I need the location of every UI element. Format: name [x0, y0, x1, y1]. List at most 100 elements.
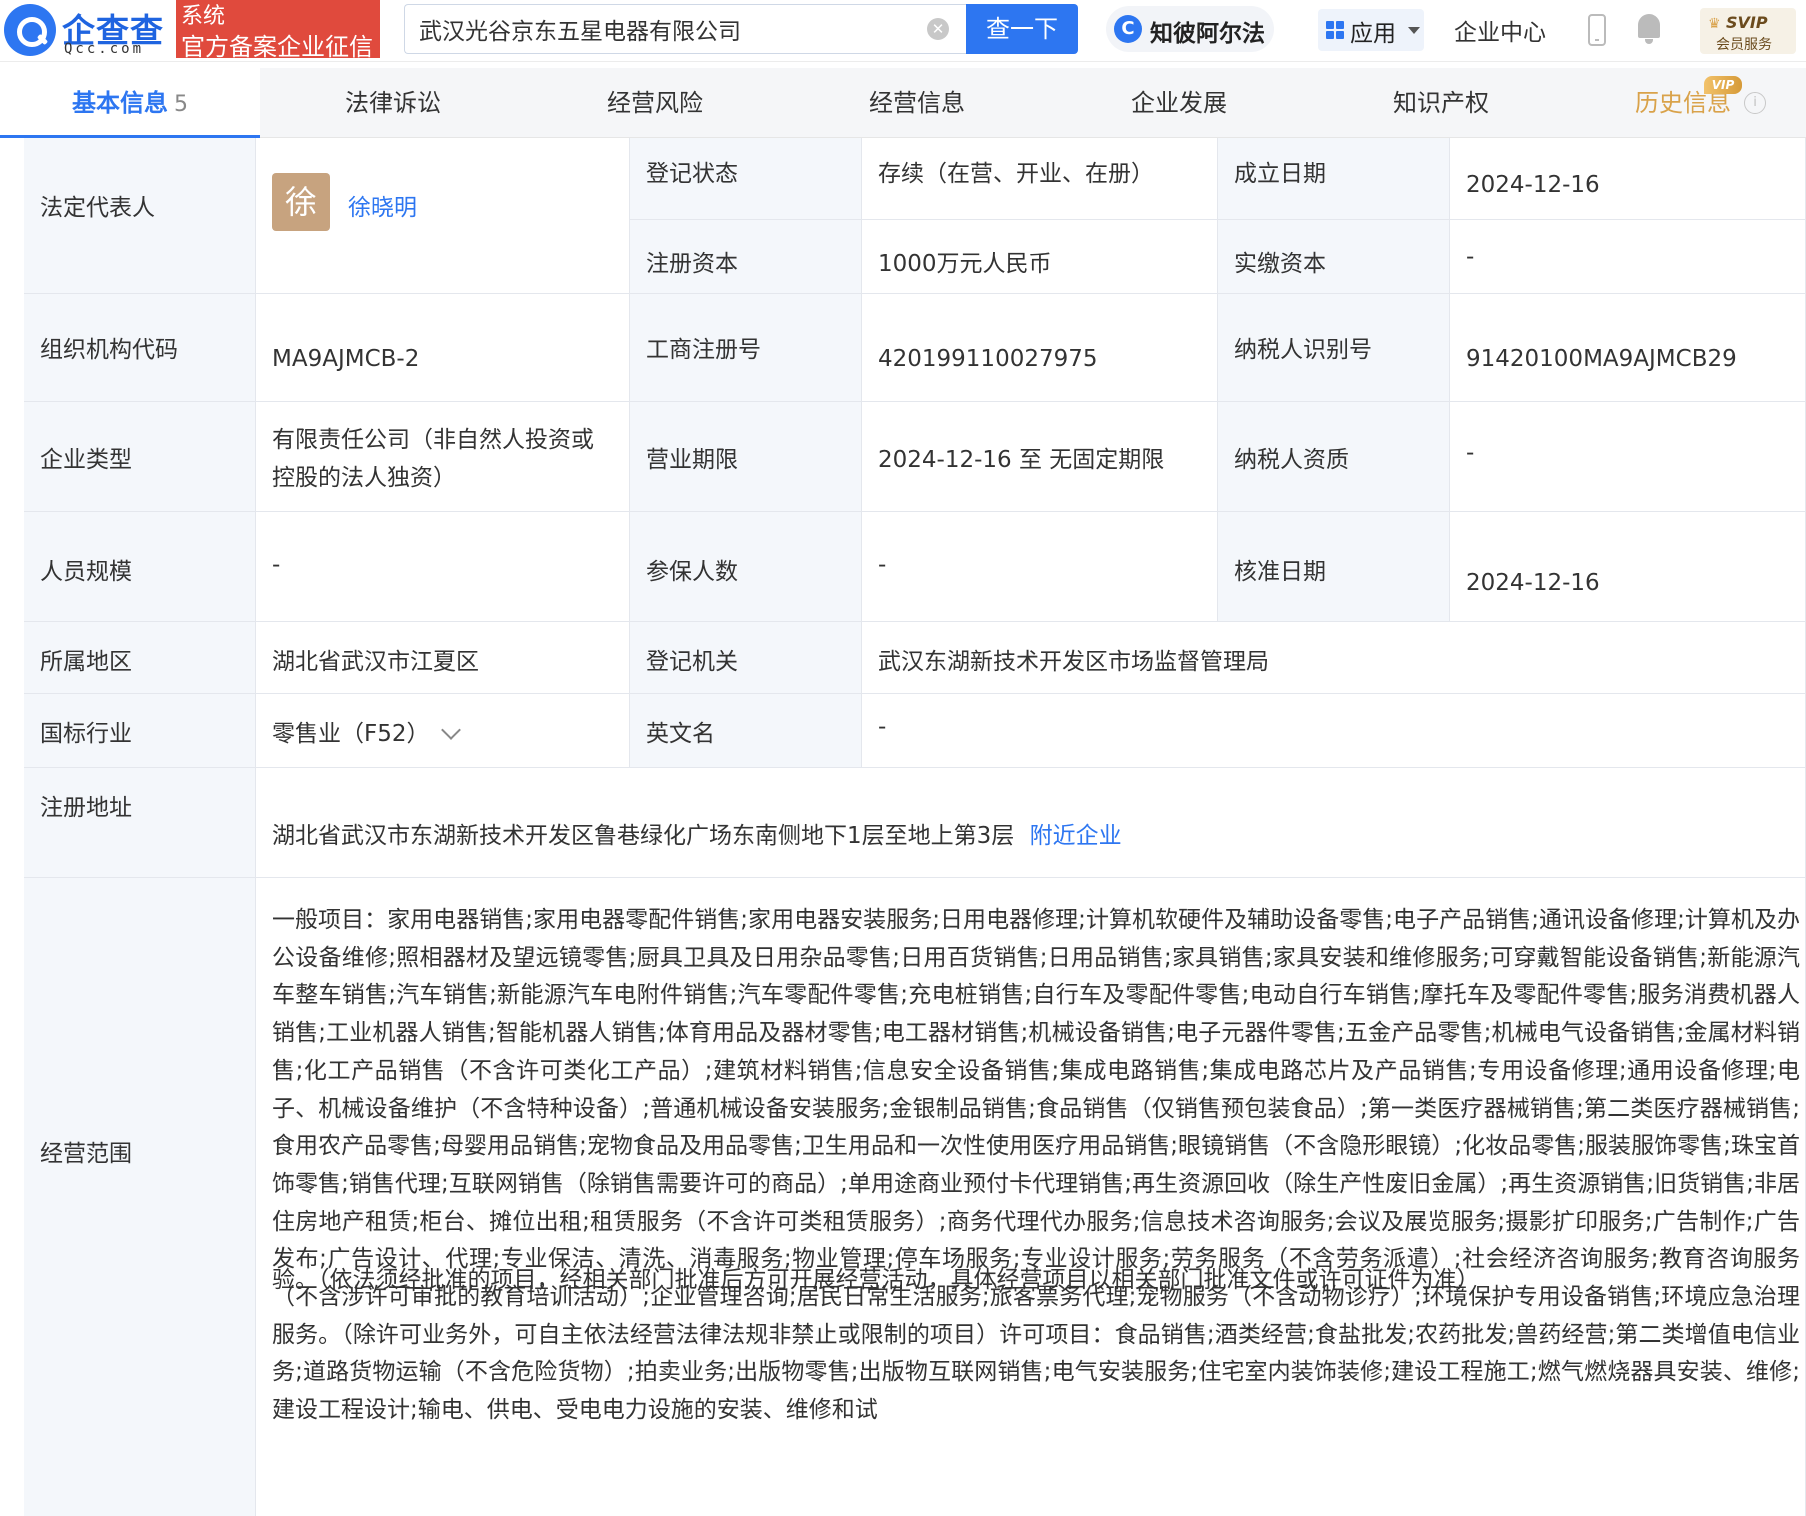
enterprise-center-link[interactable]: 企业中心 [1454, 13, 1546, 47]
paid-capital-value: - [1466, 244, 1475, 270]
ent-type-cell: 有限责任公司（非自然人投资或 控股的法人独资） [256, 402, 630, 512]
biz-term-value: 2024-12-16 至 无固定期限 [878, 447, 1165, 473]
biz-reg-no-value: 420199110027975 [878, 346, 1098, 372]
logo-domain: Qcc.com [64, 41, 145, 57]
staff-size-label-cell: 人员规模 [24, 512, 256, 622]
paid-capital-label-cell: 实缴资本 [1218, 220, 1450, 294]
industry-label-cell: 国标行业 [24, 694, 256, 768]
tab-basic-info[interactable]: 基本信息 5 [0, 68, 260, 138]
paid-capital-label: 实缴资本 [1234, 251, 1326, 277]
zbaef-button[interactable]: C 知彼阿尔法 [1106, 6, 1274, 52]
legal-rep-label-cell: 法定代表人 [24, 138, 256, 294]
insured-cell: - [862, 512, 1218, 622]
official-credit-badge: 系统 官方备案企业征信 [176, 0, 380, 61]
clear-icon[interactable]: ✕ [927, 18, 949, 40]
paid-capital-cell: - [1450, 220, 1806, 294]
biz-term-label: 营业期限 [646, 447, 738, 473]
reg-capital-label: 注册资本 [646, 251, 738, 277]
region-value: 湖北省武汉市江夏区 [272, 649, 479, 675]
staff-size-cell: - [256, 512, 630, 622]
search-input[interactable] [419, 13, 919, 45]
tab-intellectual-property[interactable]: 知识产权 [1310, 68, 1572, 138]
taxpayer-id-label-cell: 纳税人识别号 [1218, 294, 1450, 402]
nearby-companies-link[interactable]: 附近企业 [1030, 823, 1122, 849]
qcc-logo[interactable]: 企查查 Qcc.com [4, 4, 174, 57]
chevron-down-icon[interactable] [440, 720, 461, 740]
biz-term-cell: 2024-12-16 至 无固定期限 [862, 402, 1218, 512]
english-name-cell: - [862, 694, 1806, 768]
svip-member-button[interactable]: ♛ SVIP 会员服务 [1700, 8, 1796, 54]
taxpayer-qual-label: 纳税人资质 [1234, 447, 1349, 473]
found-date-label: 成立日期 [1234, 161, 1326, 187]
biz-reg-no-label-cell: 工商注册号 [630, 294, 862, 402]
search-box: ✕ [404, 4, 966, 54]
tab-enterprise-development[interactable]: 企业发展 [1048, 68, 1310, 138]
tab-legal-litigation[interactable]: 法律诉讼 [262, 68, 524, 138]
reg-authority-value: 武汉东湖新技术开发区市场监督管理局 [878, 649, 1269, 675]
tab-business-info[interactable]: 经营信息 [786, 68, 1048, 138]
apps-menu-button[interactable]: 应用 [1318, 9, 1424, 51]
basic-info-table: 法定代表人 徐 徐晓明 登记状态 存续（在营、开业、在册） 成立日期 2024-… [24, 138, 1806, 1516]
search-button[interactable]: 查一下 [966, 4, 1078, 54]
top-navbar: 企查查 Qcc.com 系统 官方备案企业征信 ✕ 查一下 C 知彼阿尔法 应用… [0, 0, 1806, 62]
legal-rep-label: 法定代表人 [40, 195, 155, 221]
tab-business-risk[interactable]: 经营风险 [524, 68, 786, 138]
found-date-value: 2024-12-16 [1466, 172, 1600, 198]
caret-down-icon [1408, 27, 1420, 34]
approval-date-value: 2024-12-16 [1466, 570, 1600, 596]
business-scope-text: 一般项目：家用电器销售;家用电器零配件销售;家用电器安装服务;日用电器修理;计算… [272, 907, 1800, 1424]
crown-icon: ♛ [1708, 16, 1721, 32]
avatar[interactable]: 徐 [272, 173, 330, 231]
ent-type-label: 企业类型 [40, 447, 132, 473]
insured-label-cell: 参保人数 [630, 512, 862, 622]
apps-label: 应用 [1350, 21, 1396, 47]
scope-label-cell: 经营范围 [24, 878, 256, 1516]
info-icon[interactable]: i [1744, 92, 1766, 114]
reg-status-label: 登记状态 [646, 161, 738, 187]
industry-value: 零售业（F52） [272, 721, 430, 747]
reg-status-cell: 存续（在营、开业、在册） [862, 138, 1218, 220]
legal-rep-name-link[interactable]: 徐晓明 [348, 188, 417, 222]
region-label-cell: 所属地区 [24, 622, 256, 694]
found-date-cell: 2024-12-16 [1450, 138, 1806, 220]
approval-date-label: 核准日期 [1234, 559, 1326, 585]
org-code-label-cell: 组织机构代码 [24, 294, 256, 402]
tab-count: 5 [174, 92, 188, 117]
address-label: 注册地址 [40, 795, 132, 821]
scope-label: 经营范围 [40, 1141, 132, 1167]
region-cell: 湖北省武汉市江夏区 [256, 622, 630, 694]
approval-date-label-cell: 核准日期 [1218, 512, 1450, 622]
vip-tag: VIP [1704, 76, 1742, 94]
address-cell: 湖北省武汉市东湖新技术开发区鲁巷绿化广场东南侧地下1层至地上第3层 附近企业 [256, 768, 1806, 878]
ent-type-label-cell: 企业类型 [24, 402, 256, 512]
ent-type-value-line2: 控股的法人独资） [272, 465, 456, 491]
apps-grid-icon [1326, 21, 1344, 39]
biz-reg-no-label: 工商注册号 [646, 337, 761, 363]
org-code-cell: MA9AJMCB-2 [256, 294, 630, 402]
notification-bell-icon[interactable] [1636, 14, 1662, 44]
staff-size-label: 人员规模 [40, 559, 132, 585]
approval-date-cell: 2024-12-16 [1450, 512, 1806, 622]
taxpayer-qual-cell: - [1450, 402, 1806, 512]
industry-cell[interactable]: 零售业（F52） [256, 694, 630, 768]
industry-label: 国标行业 [40, 721, 132, 747]
reg-authority-label-cell: 登记机关 [630, 622, 862, 694]
mobile-phone-icon[interactable] [1588, 14, 1606, 46]
reg-status-label-cell: 登记状态 [630, 138, 862, 220]
taxpayer-id-label: 纳税人识别号 [1234, 337, 1372, 363]
taxpayer-qual-label-cell: 纳税人资质 [1218, 402, 1450, 512]
reg-status-value: 存续（在营、开业、在册） [878, 161, 1154, 187]
found-date-label-cell: 成立日期 [1218, 138, 1450, 220]
business-scope-tail: 验。（依法须经批准的项目，经相关部门批准后方可开展经营活动，具体经营项目以相关部… [272, 1267, 1480, 1293]
org-code-label: 组织机构代码 [40, 337, 178, 363]
taxpayer-id-value: 91420100MA9AJMCB29 [1466, 346, 1737, 372]
address-label-cell: 注册地址 [24, 768, 256, 878]
scope-cell: 一般项目：家用电器销售;家用电器零配件销售;家用电器安装服务;日用电器修理;计算… [256, 878, 1806, 1516]
taxpayer-qual-value: - [1466, 440, 1475, 466]
magnifier-logo-icon [4, 4, 56, 56]
legal-rep-value-cell: 徐 徐晓明 [256, 138, 630, 294]
org-code-value: MA9AJMCB-2 [272, 346, 420, 372]
english-name-label: 英文名 [646, 721, 715, 747]
biz-reg-no-cell: 420199110027975 [862, 294, 1218, 402]
taxpayer-id-cell: 91420100MA9AJMCB29 [1450, 294, 1806, 402]
